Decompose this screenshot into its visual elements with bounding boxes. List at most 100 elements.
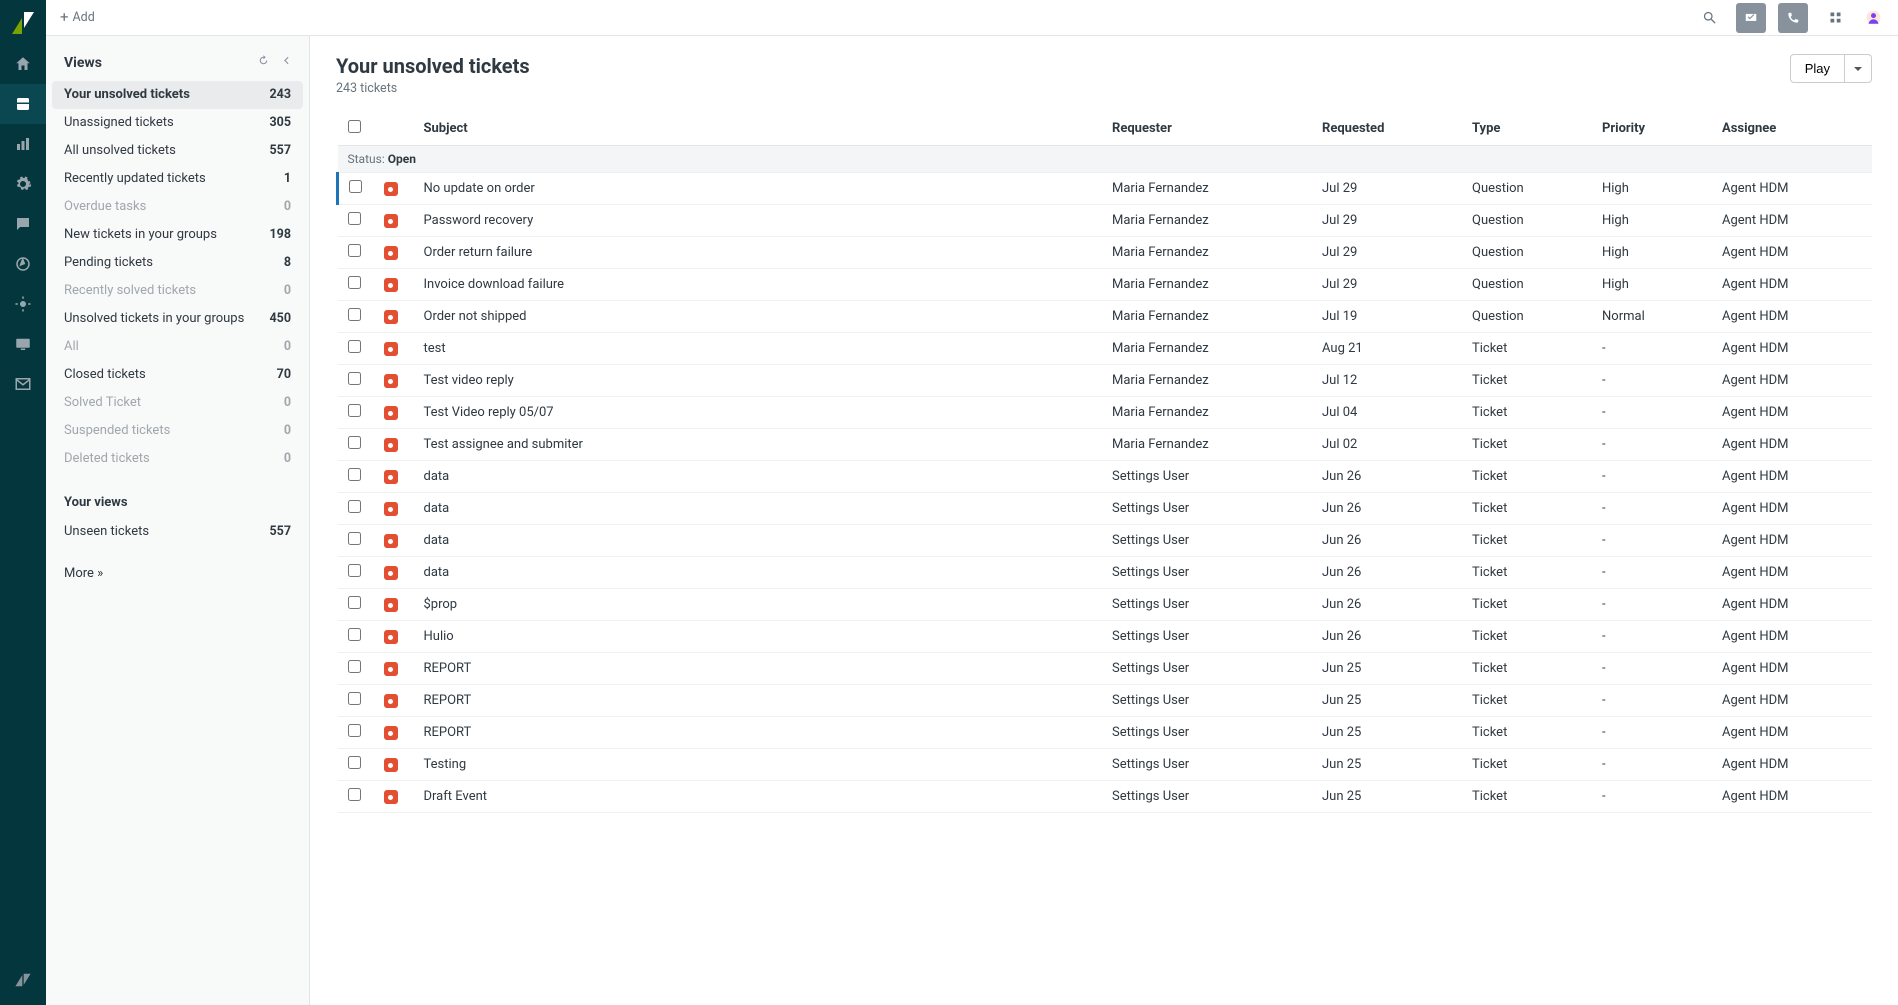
refresh-icon[interactable] bbox=[257, 54, 270, 71]
mail-icon[interactable] bbox=[0, 364, 46, 404]
sidebar-view-item[interactable]: Deleted tickets0 bbox=[46, 445, 309, 473]
sidebar-view-item[interactable]: Suspended tickets0 bbox=[46, 417, 309, 445]
ticket-row[interactable]: Invoice download failureMaria FernandezJ… bbox=[338, 269, 1873, 301]
row-checkbox[interactable] bbox=[348, 212, 361, 225]
cell-requester: Settings User bbox=[1102, 461, 1312, 493]
ticket-row[interactable]: dataSettings UserJun 26Ticket-Agent HDM bbox=[338, 557, 1873, 589]
reporting-icon[interactable] bbox=[0, 124, 46, 164]
row-checkbox[interactable] bbox=[348, 308, 361, 321]
row-checkbox[interactable] bbox=[348, 500, 361, 513]
ticket-row[interactable]: $propSettings UserJun 26Ticket-Agent HDM bbox=[338, 589, 1873, 621]
sidebar-view-item[interactable]: Unseen tickets557 bbox=[46, 518, 309, 546]
chat-icon[interactable] bbox=[0, 204, 46, 244]
row-checkbox[interactable] bbox=[348, 340, 361, 353]
ticket-row[interactable]: dataSettings UserJun 26Ticket-Agent HDM bbox=[338, 493, 1873, 525]
apps-icon[interactable] bbox=[1820, 3, 1850, 33]
cell-priority: - bbox=[1592, 589, 1712, 621]
row-checkbox[interactable] bbox=[348, 724, 361, 737]
row-checkbox[interactable] bbox=[348, 468, 361, 481]
search-icon[interactable] bbox=[1694, 3, 1724, 33]
sidebar-view-item[interactable]: Unsolved tickets in your groups450 bbox=[46, 305, 309, 333]
sidebar-view-item[interactable]: Overdue tasks0 bbox=[46, 193, 309, 221]
ticket-row[interactable]: Order not shippedMaria FernandezJul 19Qu… bbox=[338, 301, 1873, 333]
ticket-row[interactable]: testMaria FernandezAug 21Ticket-Agent HD… bbox=[338, 333, 1873, 365]
ticket-row[interactable]: TestingSettings UserJun 25Ticket-Agent H… bbox=[338, 749, 1873, 781]
explore-icon[interactable] bbox=[0, 244, 46, 284]
row-checkbox[interactable] bbox=[348, 564, 361, 577]
cell-subject: Order return failure bbox=[414, 237, 1103, 269]
row-checkbox[interactable] bbox=[348, 596, 361, 609]
ticket-row[interactable]: REPORTSettings UserJun 25Ticket-Agent HD… bbox=[338, 717, 1873, 749]
col-priority[interactable]: Priority bbox=[1592, 112, 1712, 146]
sidebar-view-item[interactable]: All0 bbox=[46, 333, 309, 361]
talk-icon[interactable] bbox=[1778, 3, 1808, 33]
add-button[interactable]: + Add bbox=[60, 10, 95, 25]
row-checkbox[interactable] bbox=[348, 628, 361, 641]
ticket-row[interactable]: Test Video reply 05/07Maria FernandezJul… bbox=[338, 397, 1873, 429]
ticket-row[interactable]: REPORTSettings UserJun 25Ticket-Agent HD… bbox=[338, 685, 1873, 717]
row-checkbox[interactable] bbox=[349, 180, 362, 193]
row-checkbox[interactable] bbox=[348, 692, 361, 705]
row-checkbox[interactable] bbox=[348, 788, 361, 801]
cell-requested: Jun 26 bbox=[1312, 557, 1462, 589]
admin-icon[interactable] bbox=[0, 164, 46, 204]
sidebar-view-item[interactable]: New tickets in your groups198 bbox=[46, 221, 309, 249]
sidebar-view-item[interactable]: Solved Ticket0 bbox=[46, 389, 309, 417]
sidebar-view-item[interactable]: All unsolved tickets557 bbox=[46, 137, 309, 165]
desktop-icon[interactable] bbox=[0, 324, 46, 364]
view-label: Recently updated tickets bbox=[64, 171, 206, 187]
conversations-icon[interactable] bbox=[1736, 3, 1766, 33]
sidebar-view-item[interactable]: Your unsolved tickets243 bbox=[52, 81, 303, 109]
cell-assignee: Agent HDM bbox=[1712, 173, 1872, 205]
user-avatar[interactable] bbox=[1862, 7, 1884, 29]
row-checkbox[interactable] bbox=[348, 532, 361, 545]
col-type[interactable]: Type bbox=[1462, 112, 1592, 146]
play-button[interactable]: Play bbox=[1790, 54, 1845, 83]
row-checkbox[interactable] bbox=[348, 276, 361, 289]
col-assignee[interactable]: Assignee bbox=[1712, 112, 1872, 146]
ticket-row[interactable]: Draft EventSettings UserJun 25Ticket-Age… bbox=[338, 781, 1873, 813]
sun-icon[interactable] bbox=[0, 284, 46, 324]
row-checkbox[interactable] bbox=[348, 372, 361, 385]
cell-type: Ticket bbox=[1462, 397, 1592, 429]
more-views-link[interactable]: More » bbox=[46, 546, 309, 601]
col-requested[interactable]: Requested bbox=[1312, 112, 1462, 146]
row-checkbox[interactable] bbox=[348, 244, 361, 257]
status-open-icon bbox=[384, 278, 398, 292]
cell-type: Ticket bbox=[1462, 653, 1592, 685]
cell-requester: Maria Fernandez bbox=[1102, 269, 1312, 301]
views-icon[interactable] bbox=[0, 84, 46, 124]
sidebar-view-item[interactable]: Recently updated tickets1 bbox=[46, 165, 309, 193]
ticket-row[interactable]: Test video replyMaria FernandezJul 12Tic… bbox=[338, 365, 1873, 397]
ticket-row[interactable]: Order return failureMaria FernandezJul 2… bbox=[338, 237, 1873, 269]
view-count: 557 bbox=[269, 143, 291, 159]
sidebar-view-item[interactable]: Recently solved tickets0 bbox=[46, 277, 309, 305]
view-label: Overdue tasks bbox=[64, 199, 146, 215]
row-checkbox[interactable] bbox=[348, 404, 361, 417]
ticket-row[interactable]: Test assignee and submiterMaria Fernande… bbox=[338, 429, 1873, 461]
status-open-icon bbox=[384, 246, 398, 260]
home-icon[interactable] bbox=[0, 44, 46, 84]
select-all-checkbox[interactable] bbox=[348, 120, 361, 133]
sidebar-view-item[interactable]: Closed tickets70 bbox=[46, 361, 309, 389]
cell-priority: High bbox=[1592, 173, 1712, 205]
ticket-row[interactable]: No update on orderMaria FernandezJul 29Q… bbox=[338, 173, 1873, 205]
col-subject[interactable]: Subject bbox=[414, 112, 1103, 146]
ticket-row[interactable]: REPORTSettings UserJun 25Ticket-Agent HD… bbox=[338, 653, 1873, 685]
row-checkbox[interactable] bbox=[348, 436, 361, 449]
zendesk-logo-icon[interactable] bbox=[0, 965, 46, 1005]
view-label: Deleted tickets bbox=[64, 451, 150, 467]
ticket-row[interactable]: HulioSettings UserJun 26Ticket-Agent HDM bbox=[338, 621, 1873, 653]
sidebar-view-item[interactable]: Pending tickets8 bbox=[46, 249, 309, 277]
ticket-row[interactable]: dataSettings UserJun 26Ticket-Agent HDM bbox=[338, 461, 1873, 493]
row-checkbox[interactable] bbox=[348, 756, 361, 769]
ticket-row[interactable]: Password recoveryMaria FernandezJul 29Qu… bbox=[338, 205, 1873, 237]
col-requester[interactable]: Requester bbox=[1102, 112, 1312, 146]
cell-requested: Jul 04 bbox=[1312, 397, 1462, 429]
play-dropdown[interactable] bbox=[1845, 54, 1872, 83]
collapse-icon[interactable] bbox=[280, 54, 293, 71]
sidebar-view-item[interactable]: Unassigned tickets305 bbox=[46, 109, 309, 137]
views-sidebar: Views Your unsolved tickets243Unassigned… bbox=[46, 36, 310, 1005]
ticket-row[interactable]: dataSettings UserJun 26Ticket-Agent HDM bbox=[338, 525, 1873, 557]
row-checkbox[interactable] bbox=[348, 660, 361, 673]
